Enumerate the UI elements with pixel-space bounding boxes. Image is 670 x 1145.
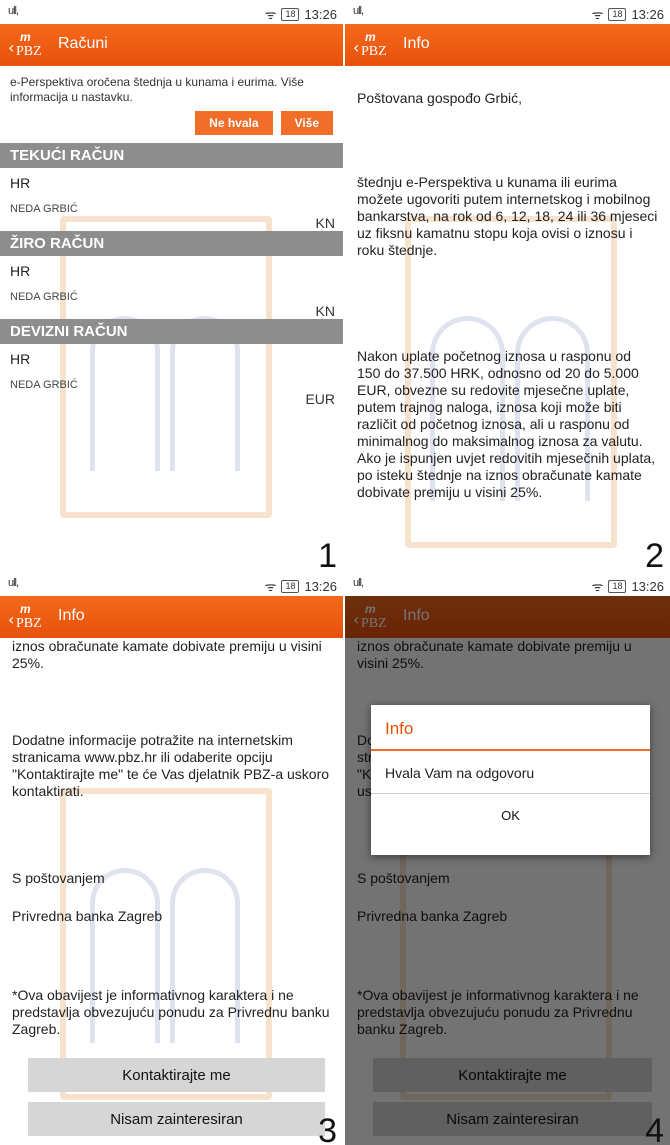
contact-me-button[interactable]: Kontaktirajte me (28, 1058, 325, 1092)
app-bar: ‹ m PBZ Info (345, 24, 670, 66)
clock: 13:26 (304, 6, 337, 22)
signal-icon: ull, (8, 577, 19, 589)
screen-info-dialog: ull, ᯤ 18 13:26 ‹ m PBZ Info iznos obrač… (345, 572, 670, 1145)
account-iban: HR (10, 351, 31, 367)
account-header: DEVIZNI RAČUN (0, 319, 343, 344)
account-currency: EUR (305, 391, 335, 407)
paragraph-1: štednju e-Perspektiva u kunama ili eurim… (357, 174, 658, 258)
pbz-logo-back-button[interactable]: ‹ m PBZ (353, 30, 387, 60)
logo-m: m (365, 30, 376, 44)
screen-accounts: ull, ᯤ 18 13:26 ‹ m PBZ Računi e-Perspek… (0, 0, 343, 570)
page-title: Info (403, 35, 430, 52)
panel-number: 1 (318, 537, 337, 570)
back-chevron-icon: ‹ (8, 610, 15, 629)
clock: 13:26 (631, 578, 664, 594)
info-content: Poštovana gospođo Grbić, štednju e-Persp… (345, 66, 670, 570)
status-bar: ull, ᯤ 18 13:26 (0, 572, 343, 596)
account-iban: HR (10, 263, 31, 279)
not-interested-button[interactable]: Nisam zainteresiran (28, 1102, 325, 1136)
logo-m: m (20, 30, 31, 44)
decline-button[interactable]: Ne hvala (195, 111, 273, 135)
regards: S poštovanjem (12, 870, 105, 886)
account-owner: NEDA GRBIĆ (10, 203, 78, 215)
page-title: Računi (58, 35, 108, 52)
more-button[interactable]: Više (280, 111, 333, 135)
info-dialog: Info Hvala Vam na odgovoru OK (371, 705, 650, 855)
wifi-icon: ᯤ (591, 7, 604, 22)
wifi-icon: ᯤ (591, 579, 604, 594)
accounts-content: e-Perspektiva oročena štednja u kunama i… (0, 66, 343, 570)
page-title: Info (58, 607, 85, 624)
logo-text: PBZ (361, 44, 387, 59)
logo-text: PBZ (16, 44, 42, 59)
screen-info-2: ull, ᯤ 18 13:26 ‹ m PBZ Info iznos obrač… (0, 572, 343, 1145)
battery-icon: 18 (281, 7, 300, 21)
account-owner: NEDA GRBIĆ (10, 291, 78, 303)
panel-number: 2 (645, 537, 664, 570)
account-currency: KN (315, 303, 335, 319)
paragraph-top: iznos obračunate kamate dobivate premiju… (12, 638, 322, 671)
status-bar: ull, ᯤ 18 13:26 (345, 572, 670, 596)
battery-icon: 18 (608, 7, 627, 21)
account-header: ŽIRO RAČUN (0, 231, 343, 256)
clock: 13:26 (304, 578, 337, 594)
account-iban: HR (10, 175, 31, 191)
app-bar: ‹ m PBZ Računi (0, 24, 343, 66)
paragraph-info: Dodatne informacije potražite na interne… (12, 732, 330, 799)
greeting: Poštovana gospođo Grbić, (357, 90, 522, 106)
account-currency: KN (315, 215, 335, 231)
account-header: TEKUĆI RAČUN (0, 143, 343, 168)
back-chevron-icon: ‹ (353, 38, 360, 57)
wifi-icon: ᯤ (264, 579, 277, 594)
signal-icon: ull, (353, 5, 364, 17)
info-content: iznos obračunate kamate dobivate premiju… (0, 638, 343, 1145)
dialog-message: Hvala Vam na odgovoru (371, 751, 650, 794)
logo-text: PBZ (16, 616, 42, 631)
modal-overlay[interactable] (345, 596, 670, 1145)
app-bar: ‹ m PBZ Info (0, 596, 343, 638)
account-tekuci[interactable]: TEKUĆI RAČUN HR NEDA GRBIĆ KN (0, 143, 343, 231)
account-devizni[interactable]: DEVIZNI RAČUN HR NEDA GRBIĆ EUR (0, 319, 343, 407)
account-ziro[interactable]: ŽIRO RAČUN HR NEDA GRBIĆ KN (0, 231, 343, 319)
screen-info-1: ull, ᯤ 18 13:26 ‹ m PBZ Info Poštovana g… (345, 0, 670, 570)
clock: 13:26 (631, 6, 664, 22)
paragraph-2: Nakon uplate početnog iznosa u rasponu o… (357, 348, 656, 500)
battery-icon: 18 (608, 579, 627, 593)
logo-m: m (20, 602, 31, 616)
status-bar: ull, ᯤ 18 13:26 (345, 0, 670, 24)
panel-number: 4 (645, 1112, 664, 1145)
back-chevron-icon: ‹ (8, 38, 15, 57)
pbz-logo-back-button[interactable]: ‹ m PBZ (8, 602, 42, 632)
signal-icon: ull, (8, 5, 19, 17)
panel-number: 3 (318, 1112, 337, 1145)
disclaimer: *Ova obavijest je informativnog karakter… (12, 987, 330, 1037)
dialog-title: Info (371, 705, 650, 751)
ok-button[interactable]: OK (371, 794, 650, 837)
signal-icon: ull, (353, 577, 364, 589)
battery-icon: 18 (281, 579, 300, 593)
account-owner: NEDA GRBIĆ (10, 379, 78, 391)
promo-text: e-Perspektiva oročena štednja u kunama i… (10, 75, 304, 104)
bank-name: Privredna banka Zagreb (12, 908, 163, 924)
pbz-logo-back-button[interactable]: ‹ m PBZ (8, 30, 42, 60)
wifi-icon: ᯤ (264, 7, 277, 22)
status-bar: ull, ᯤ 18 13:26 (0, 0, 343, 24)
